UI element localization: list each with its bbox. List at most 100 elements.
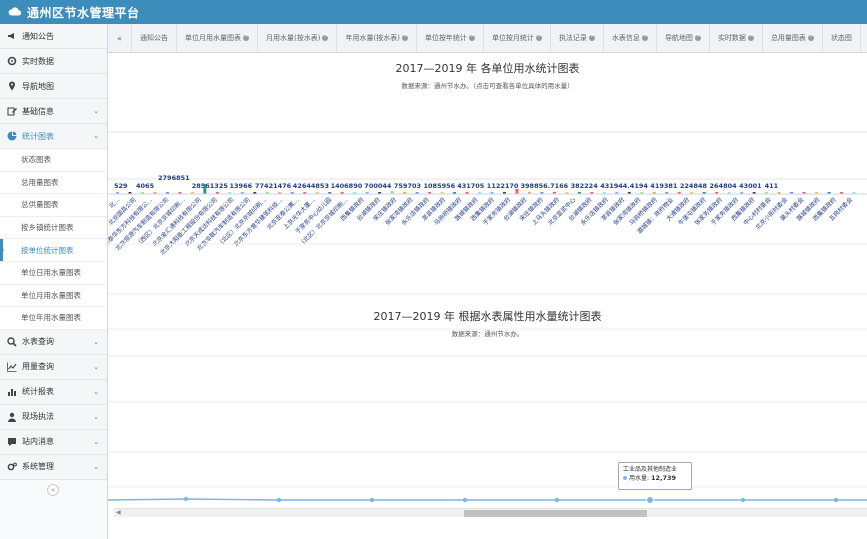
tab-monthly-by-meter[interactable]: 月用水量(按水表) <box>258 24 338 52</box>
close-icon[interactable] <box>243 32 249 41</box>
sidebar-item-realtime[interactable]: 实时数据 <box>0 49 107 74</box>
chart1-subtitle: 数据来源：通州节水办。（点击可查看各单位具体的用水量） <box>401 82 574 90</box>
sidebar-item-meter-query[interactable]: 水表查询 ⌄ <box>0 329 107 355</box>
data-point[interactable] <box>833 497 839 503</box>
tab-nav-map[interactable]: 导航地图 <box>657 24 710 52</box>
tab-total-usage-chart[interactable]: 总用量图表 <box>763 24 823 52</box>
tab-enforcement-records[interactable]: 执法记录 <box>551 24 604 52</box>
tooltip-series: 用水量 <box>629 475 648 483</box>
sidebar-collapse-button[interactable]: « <box>47 484 59 496</box>
sidebar-item-notices[interactable]: 通知公告 <box>0 24 107 49</box>
sidebar-item-basic-info[interactable]: 基础信息 ⌄ <box>0 99 107 124</box>
bar-chart-icon <box>7 387 17 397</box>
tab-unit-monthly-stats[interactable]: 单位按月统计 <box>484 24 551 52</box>
sidebar: 通知公告 实时数据 导航地图 基础信息 ⌄ 统计图表 ⌄ 状态图表 总用量图表 … <box>0 24 108 539</box>
bar-data-label: 529 <box>114 182 128 190</box>
chevron-down-icon: ⌄ <box>93 412 99 421</box>
chevron-down-icon: ⌄ <box>93 362 99 371</box>
bar-data-label: 431705 <box>457 182 485 190</box>
horizontal-scrollbar[interactable]: ◀ <box>114 508 867 517</box>
cloud-icon <box>8 7 22 16</box>
submenu-label: 按乡镇统计图表 <box>21 223 74 233</box>
tab-unit-monthly-chart[interactable]: 单位月用水量图表 <box>177 24 258 52</box>
bar-data-label: 28561325 <box>192 182 229 190</box>
bar[interactable] <box>515 189 519 194</box>
bar-data-label: 431944.4194 <box>600 182 648 190</box>
tab-label: 水表信息 <box>611 34 640 42</box>
close-icon[interactable] <box>401 32 408 41</box>
sidebar-item-label: 用量查询 <box>22 362 54 372</box>
bar-data-label: 1406890 <box>331 182 363 190</box>
bar-data-label: 1122170 <box>487 182 519 190</box>
submenu-label: 单位年用水量图表 <box>21 313 81 323</box>
sidebar-item-map[interactable]: 导航地图 <box>0 74 107 99</box>
submenu-unit-daily-chart[interactable]: 单位日用水量图表 <box>0 261 107 285</box>
data-point[interactable] <box>462 497 468 503</box>
highlighted-point[interactable] <box>646 496 654 504</box>
data-point[interactable] <box>276 497 282 503</box>
scrollbar-thumb[interactable] <box>464 510 647 517</box>
data-point[interactable] <box>554 497 560 503</box>
close-icon[interactable] <box>694 32 701 41</box>
tab-realtime-data[interactable]: 实时数据 <box>710 24 763 52</box>
sidebar-item-stats-charts[interactable]: 统计图表 ⌄ <box>0 124 107 149</box>
tab-label: 状态图 <box>830 34 852 42</box>
sidebar-item-usage-query[interactable]: 用量查询 ⌄ <box>0 354 107 380</box>
chevron-down-icon: ⌄ <box>93 132 99 140</box>
bar-data-label: 419381 <box>650 182 678 190</box>
sidebar-item-field-enforcement[interactable]: 现场执法 ⌄ <box>0 404 107 430</box>
unit-usage-bar-chart: 529 4065279685128561325 13966 77421476 42644… <box>108 131 867 330</box>
data-point[interactable] <box>740 497 746 503</box>
submenu-unit-yearly-chart[interactable]: 单位年用水量图表 <box>0 307 107 330</box>
tab-unit-yearly-stats[interactable]: 单位按年统计 <box>417 24 484 52</box>
chevron-down-icon: ⌄ <box>93 107 99 115</box>
tab-status-chart[interactable]: 状态图 <box>823 24 861 52</box>
close-icon[interactable] <box>322 32 329 41</box>
close-icon[interactable] <box>535 32 542 41</box>
close-icon[interactable] <box>468 32 475 41</box>
tab-yearly-by-meter[interactable]: 年用水量(按水表) <box>337 24 417 52</box>
submenu-status-chart[interactable]: 状态图表 <box>0 149 107 172</box>
sidebar-item-label: 系统管理 <box>22 462 54 472</box>
tab-scroll-left-button[interactable]: « <box>108 24 132 52</box>
chart-tooltip: 工业品及其他制造业 用水量: 12,739 <box>618 462 692 490</box>
chevron-down-icon: ⌄ <box>93 462 99 471</box>
bar-data-label: 411 <box>765 182 779 190</box>
sidebar-item-system-admin[interactable]: 系统管理 ⌄ <box>0 454 107 480</box>
submenu-by-unit-chart[interactable]: 按单位统计图表 <box>0 239 107 262</box>
data-point[interactable] <box>183 496 189 502</box>
bar-data-label: 382224 <box>571 182 599 190</box>
submenu-total-supply-chart[interactable]: 总供量图表 <box>0 194 107 217</box>
scroll-left-arrow-icon[interactable]: ◀ <box>116 509 121 516</box>
bar-data-label: 224848 <box>680 182 708 190</box>
bar-data-label: 42644853 <box>293 182 329 190</box>
chart2-subtitle: 数据来源：通州节水办。 <box>451 330 524 338</box>
submenu-total-usage-chart[interactable]: 总用量图表 <box>0 171 107 195</box>
close-icon[interactable] <box>747 32 754 41</box>
tab-label: 单位月用水量图表 <box>185 34 241 42</box>
submenu-unit-monthly-chart[interactable]: 单位月用水量图表 <box>0 284 107 308</box>
close-icon[interactable] <box>641 32 648 41</box>
x-tick-label[interactable]: 北… <box>108 196 121 210</box>
data-point[interactable] <box>369 497 375 503</box>
close-icon[interactable] <box>588 32 595 41</box>
tab-label: 年用水量(按水表) <box>345 34 400 42</box>
sidebar-item-messages[interactable]: 站内消息 ⌄ <box>0 429 107 455</box>
submenu-by-town-chart[interactable]: 按乡镇统计图表 <box>0 216 107 240</box>
tab-meter-info[interactable]: 水表信息 <box>604 24 657 52</box>
bar[interactable] <box>203 184 207 194</box>
search-icon <box>7 337 17 347</box>
sidebar-item-label: 统计图表 <box>22 131 54 141</box>
bar-data-label: 4065 <box>136 182 155 190</box>
close-icon[interactable] <box>807 32 814 41</box>
chevron-down-icon: ⌄ <box>93 387 99 396</box>
submenu-label: 总供量图表 <box>21 200 59 210</box>
sidebar-item-label: 基础信息 <box>22 106 54 116</box>
sidebar-item-label: 站内消息 <box>22 437 54 447</box>
series-dot-icon <box>623 476 627 481</box>
chevron-down-icon: ⌄ <box>93 337 99 346</box>
tab-notices[interactable]: 通知公告 <box>132 24 177 52</box>
app-logo[interactable]: 通州区节水管理平台 <box>8 4 140 21</box>
sidebar-item-reports[interactable]: 统计报表 ⌄ <box>0 379 107 405</box>
bar-data-label: 398856.7166 <box>521 182 569 190</box>
